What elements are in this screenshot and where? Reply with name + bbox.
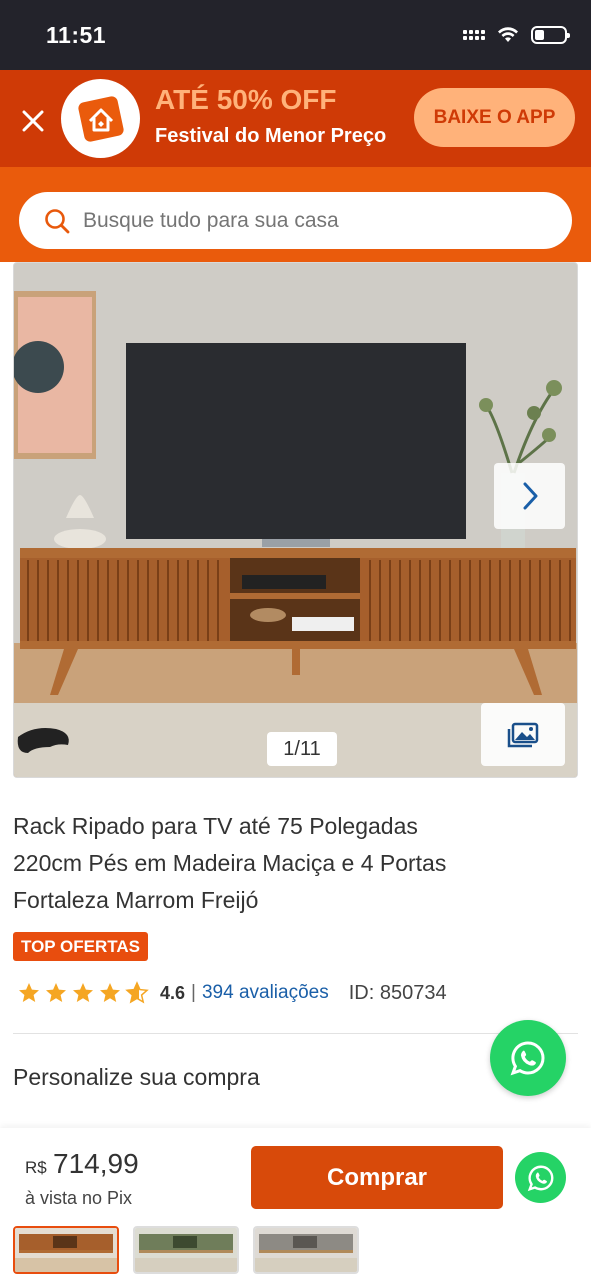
close-icon[interactable]: [18, 106, 48, 136]
top-offers-badge: TOP OFERTAS: [13, 932, 149, 961]
variant-selector: [13, 1226, 359, 1274]
whatsapp-button[interactable]: [515, 1146, 566, 1209]
star-icon: [73, 983, 93, 1002]
price-note: à vista no Pix: [25, 1188, 133, 1208]
whatsapp-icon: [510, 1041, 545, 1076]
rating-value: 4.6: [160, 982, 186, 1003]
variant-thumb-verde[interactable]: [133, 1226, 239, 1274]
whatsapp-button-circle: [515, 1152, 566, 1203]
rating-separator: |: [191, 982, 196, 1003]
signal-icon: [463, 30, 485, 40]
whatsapp-icon: [527, 1165, 553, 1191]
star-half-icon: [125, 981, 149, 1004]
product-title: Rack Ripado para TV até 75 Polegadas 220…: [13, 813, 447, 913]
price-value: 714,99: [53, 1148, 139, 1179]
status-icons: [463, 26, 570, 44]
purchase-bar: R$ 714,99 à vista no Pix Comprar: [0, 1128, 591, 1280]
rating-row: 4.6 | 394 avaliações ID: 850734: [16, 978, 447, 1008]
price-currency: R$: [25, 1158, 47, 1177]
star-icon: [100, 983, 120, 1002]
variant-image: [255, 1228, 357, 1272]
status-bar: 11:51: [0, 0, 591, 70]
search-icon: [45, 208, 70, 233]
next-image-button[interactable]: [494, 463, 565, 529]
search-bar: [0, 167, 591, 262]
variant-image: [135, 1228, 237, 1272]
search-input[interactable]: [83, 208, 523, 233]
promo-subtitle: Festival do Menor Preço: [155, 125, 387, 147]
download-app-button[interactable]: BAIXE O APP: [414, 88, 575, 147]
buy-button[interactable]: Comprar: [251, 1146, 503, 1209]
reviews-link[interactable]: 394 avaliações: [202, 982, 329, 1004]
promo-title: ATÉ 50% OFF: [155, 84, 337, 115]
personalize-heading: Personalize sua compra: [13, 1064, 260, 1090]
product-id: ID: 850734: [348, 981, 447, 1004]
app-logo-icon: [77, 95, 124, 142]
star-icon: [46, 983, 66, 1002]
images-icon: [507, 722, 539, 747]
variant-thumb-cinza[interactable]: [253, 1226, 359, 1274]
variant-image: [15, 1228, 117, 1272]
wifi-icon: [498, 27, 518, 42]
status-time: 11:51: [46, 22, 107, 48]
gallery-button[interactable]: [481, 703, 565, 766]
promo-banner[interactable]: ATÉ 50% OFF Festival do Menor Preço BAIX…: [0, 70, 591, 167]
battery-icon: [531, 26, 570, 44]
search-box[interactable]: [19, 192, 572, 249]
divider: [13, 1033, 578, 1034]
image-counter: 1/11: [267, 732, 337, 766]
star-icon: [19, 983, 39, 1002]
app-logo: [61, 79, 140, 158]
variant-thumb-marrom[interactable]: [13, 1226, 119, 1274]
rating-stars: [16, 981, 150, 1005]
chevron-right-icon: [523, 482, 537, 510]
whatsapp-float-button[interactable]: [490, 1020, 566, 1096]
